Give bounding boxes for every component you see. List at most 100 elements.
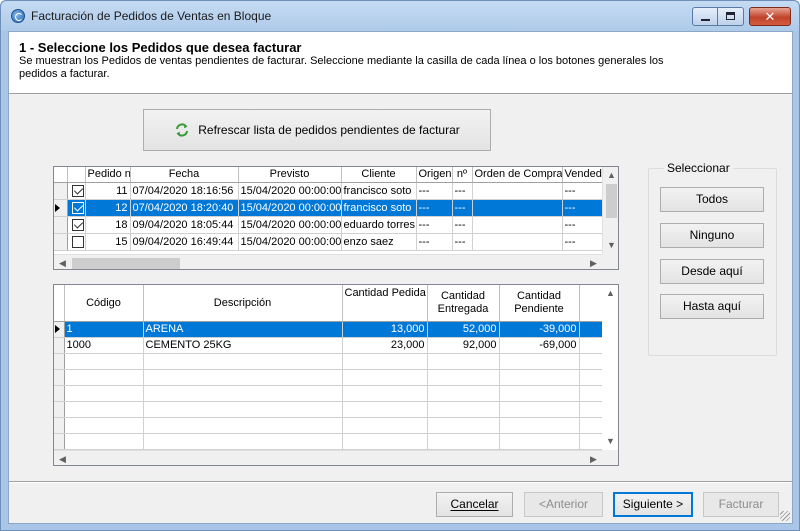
back-button[interactable]: <Anterior	[524, 492, 603, 517]
order-row[interactable]: 18 09/04/2020 18:05:44 15/04/2020 00:00:00…	[54, 216, 618, 234]
orders-vertical-scrollbar[interactable]: ▲ ▼	[602, 167, 618, 254]
line-qty-ordered: 23,000	[342, 337, 428, 354]
refresh-orders-button[interactable]: Refrescar lista de pedidos pendientes de…	[143, 109, 491, 151]
lines-header-descripcion[interactable]: Descripción	[143, 285, 343, 322]
line-description	[143, 417, 343, 434]
empty-line-row[interactable]	[54, 353, 602, 370]
order-lines-grid[interactable]: Código Descripción Cantidad Pedida Canti…	[53, 284, 619, 466]
order-checkbox[interactable]	[67, 233, 86, 251]
lines-header-indicator	[54, 285, 65, 322]
line-extra	[579, 337, 602, 354]
checkbox-icon[interactable]	[71, 201, 84, 214]
row-indicator[interactable]	[54, 182, 68, 200]
close-button[interactable]: ✕	[749, 7, 791, 26]
empty-line-row[interactable]	[54, 433, 602, 450]
scroll-down-icon[interactable]: ▼	[602, 433, 618, 450]
line-qty-ordered	[342, 369, 428, 386]
orders-horizontal-thumb[interactable]	[72, 258, 180, 269]
orders-header-origen[interactable]: Origen	[416, 167, 453, 183]
select-group-title: Seleccionar	[664, 161, 733, 175]
line-row[interactable]: 1000 CEMENTO 25KG 23,000 92,000 -69,000	[54, 337, 602, 354]
order-client: enzo saez	[341, 233, 417, 251]
step-header: 1 - Seleccione los Pedidos que desea fac…	[9, 32, 792, 94]
row-indicator[interactable]	[54, 433, 65, 450]
line-qty-pending: -69,000	[499, 337, 580, 354]
order-row[interactable]: 15 09/04/2020 16:49:44 15/04/2020 00:00:00…	[54, 233, 618, 251]
row-indicator[interactable]	[54, 216, 68, 234]
select-from-here-button[interactable]: Desde aquí	[660, 259, 764, 284]
title-bar[interactable]: Facturación de Pedidos de Ventas en Bloq…	[1, 1, 799, 31]
order-origin-number: ---	[452, 182, 473, 200]
row-pointer-icon	[55, 325, 60, 334]
line-qty-pending	[499, 417, 580, 434]
orders-header-fecha[interactable]: Fecha	[130, 167, 239, 183]
row-indicator[interactable]	[54, 233, 68, 251]
scroll-left-icon[interactable]: ◀	[54, 451, 71, 465]
lines-header-codigo[interactable]: Código	[64, 285, 144, 322]
line-qty-pending: -39,000	[499, 321, 580, 338]
scroll-right-icon[interactable]: ▶	[585, 255, 602, 269]
checkbox-icon[interactable]	[71, 184, 84, 197]
orders-vertical-thumb[interactable]	[606, 184, 617, 218]
line-row[interactable]: 1 ARENA 13,000 52,000 -39,000	[54, 321, 602, 338]
order-row[interactable]: 11 07/04/2020 18:16:56 15/04/2020 00:00:00…	[54, 182, 618, 200]
order-checkbox[interactable]	[67, 182, 86, 200]
empty-line-row[interactable]	[54, 369, 602, 386]
line-description	[143, 369, 343, 386]
scroll-up-icon[interactable]: ▲	[603, 167, 618, 184]
row-indicator[interactable]	[54, 401, 65, 418]
row-indicator[interactable]	[54, 369, 65, 386]
app-icon	[11, 9, 25, 23]
lines-header-entregada[interactable]: Cantidad Entregada	[427, 285, 500, 322]
lines-header-pedida[interactable]: Cantidad Pedida	[342, 285, 428, 322]
line-code: 1000	[64, 337, 144, 354]
maximize-button[interactable]	[718, 7, 744, 26]
order-purchase-order	[472, 199, 563, 217]
order-expected-date: 15/04/2020 00:00:00	[238, 199, 342, 217]
order-date: 07/04/2020 18:20:40	[130, 199, 239, 217]
select-none-button[interactable]: Ninguno	[660, 223, 764, 248]
row-indicator[interactable]	[54, 199, 68, 217]
row-indicator[interactable]	[54, 385, 65, 402]
resize-grip[interactable]	[780, 511, 790, 521]
line-qty-ordered	[342, 385, 428, 402]
cancel-button[interactable]: Cancelar	[436, 492, 513, 517]
orders-header-pedido[interactable]: Pedido nº	[85, 167, 131, 183]
orders-header-cliente[interactable]: Cliente	[341, 167, 417, 183]
scroll-right-icon[interactable]: ▶	[585, 451, 602, 465]
scroll-up-icon[interactable]: ▲	[602, 285, 618, 302]
checkbox-icon[interactable]	[71, 235, 84, 248]
select-to-here-button[interactable]: Hasta aquí	[660, 294, 764, 319]
row-indicator[interactable]	[54, 417, 65, 434]
orders-header-orden-compra[interactable]: Orden de Compra	[472, 167, 563, 183]
lines-horizontal-scrollbar[interactable]: ◀ ▶	[54, 450, 602, 465]
order-checkbox[interactable]	[67, 216, 86, 234]
order-checkbox[interactable]	[67, 199, 86, 217]
step-description: Se muestran los Pedidos de ventas pendie…	[19, 55, 664, 80]
checkbox-icon[interactable]	[71, 218, 84, 231]
scroll-left-icon[interactable]: ◀	[54, 255, 71, 269]
lines-header-pendiente[interactable]: Cantidad Pendiente	[499, 285, 580, 322]
next-button[interactable]: Siguiente >	[613, 492, 693, 517]
invoice-button[interactable]: Facturar	[703, 492, 779, 517]
orders-horizontal-scrollbar[interactable]: ◀ ▶	[54, 254, 602, 269]
empty-line-row[interactable]	[54, 401, 602, 418]
scroll-down-icon[interactable]: ▼	[603, 237, 618, 254]
lines-vertical-scrollbar[interactable]: ▲ ▼	[602, 285, 618, 450]
select-all-button[interactable]: Todos	[660, 187, 764, 212]
line-qty-pending	[499, 433, 580, 450]
order-row[interactable]: 12 07/04/2020 18:20:40 15/04/2020 00:00:00…	[54, 199, 618, 217]
row-indicator[interactable]	[54, 321, 65, 338]
order-origin: ---	[416, 233, 453, 251]
minimize-button[interactable]	[692, 7, 718, 26]
orders-header-numero[interactable]: nº	[452, 167, 473, 183]
row-indicator[interactable]	[54, 353, 65, 370]
line-extra	[579, 369, 602, 386]
row-indicator[interactable]	[54, 337, 65, 354]
order-client: francisco soto	[341, 182, 417, 200]
orders-header-previsto[interactable]: Previsto	[238, 167, 342, 183]
empty-line-row[interactable]	[54, 385, 602, 402]
orders-grid[interactable]: Pedido nº Fecha Previsto Cliente Origen …	[53, 166, 619, 270]
back-label: <Anterior	[538, 497, 589, 511]
empty-line-row[interactable]	[54, 417, 602, 434]
